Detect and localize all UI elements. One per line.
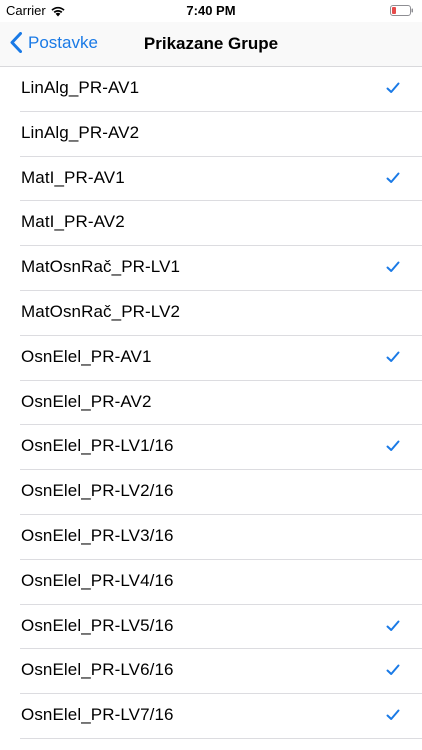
navigation-bar: Postavke Prikazane Grupe	[0, 22, 422, 67]
group-row[interactable]: LinAlg_PR-AV1	[20, 67, 422, 112]
checkmark-icon	[386, 261, 400, 273]
checkmark-icon	[386, 620, 400, 631]
group-label: MatOsnRač_PR-LV1	[21, 257, 181, 277]
group-label: MatI_PR-AV1	[21, 167, 125, 187]
group-label: MatI_PR-AV2	[21, 212, 125, 232]
battery-icon	[390, 5, 413, 16]
group-label: OsnElel_PR-LV7/16	[21, 705, 174, 725]
group-row[interactable]: OsnElel_PR-AV1	[20, 336, 422, 381]
group-row[interactable]: MatI_PR-AV1	[20, 157, 422, 202]
group-row[interactable]: OsnElel_PR-LV2/16	[20, 470, 422, 515]
group-label: OsnElel_PR-AV1	[21, 346, 152, 366]
group-row[interactable]: OsnElel_PR-LV6/16	[20, 649, 422, 695]
checkmark-icon	[386, 440, 400, 452]
group-row[interactable]: LinAlg_PR-AV2	[20, 112, 422, 157]
checkmark-icon	[386, 709, 400, 721]
checkmark-icon	[386, 664, 400, 676]
group-row[interactable]: OsnElel_PR-LV5/16	[20, 605, 422, 650]
group-label: OsnElel_PR-LV4/16	[21, 570, 174, 590]
group-label: MatOsnRač_PR-LV2	[21, 301, 181, 321]
checkmark-icon	[386, 82, 400, 93]
group-label: OsnElel_PR-LV6/16	[21, 660, 174, 680]
group-label: LinAlg_PR-AV1	[21, 78, 140, 97]
status-bar: Carrier 7:40 PM	[0, 0, 422, 22]
group-row[interactable]: OsnElel_PR-AV2	[20, 381, 422, 426]
status-time: 7:40 PM	[186, 3, 236, 18]
group-label: LinAlg_PR-AV2	[21, 122, 140, 142]
group-label: OsnElel_PR-AV2	[21, 391, 152, 411]
group-label: OsnElel_PR-LV2/16	[21, 481, 174, 501]
group-row[interactable]: OsnElel_PR-LV7/16	[20, 694, 422, 739]
group-list: LinAlg_PR-AV1 LinAlg_PR-AV2 MatI_PR-AV1 Mat…	[0, 67, 422, 739]
page-title: Prikazane Grupe	[143, 34, 279, 53]
group-row[interactable]: OsnElel_PR-LV3/16	[20, 515, 422, 560]
checkmark-icon	[386, 172, 400, 183]
group-row[interactable]: MatI_PR-AV2	[20, 201, 422, 247]
group-row[interactable]: MatOsnRač_PR-LV1	[20, 246, 422, 291]
group-row[interactable]: OsnElel_PR-LV1/16	[20, 425, 422, 471]
group-label: OsnElel_PR-LV1/16	[21, 436, 174, 456]
group-label: OsnElel_PR-LV3/16	[21, 525, 174, 545]
checkmark-icon	[386, 351, 400, 362]
group-row[interactable]: OsnElel_PR-LV4/16	[20, 560, 422, 605]
group-label: OsnElel_PR-LV5/16	[21, 615, 174, 635]
group-row[interactable]: MatOsnRač_PR-LV2	[20, 291, 422, 336]
